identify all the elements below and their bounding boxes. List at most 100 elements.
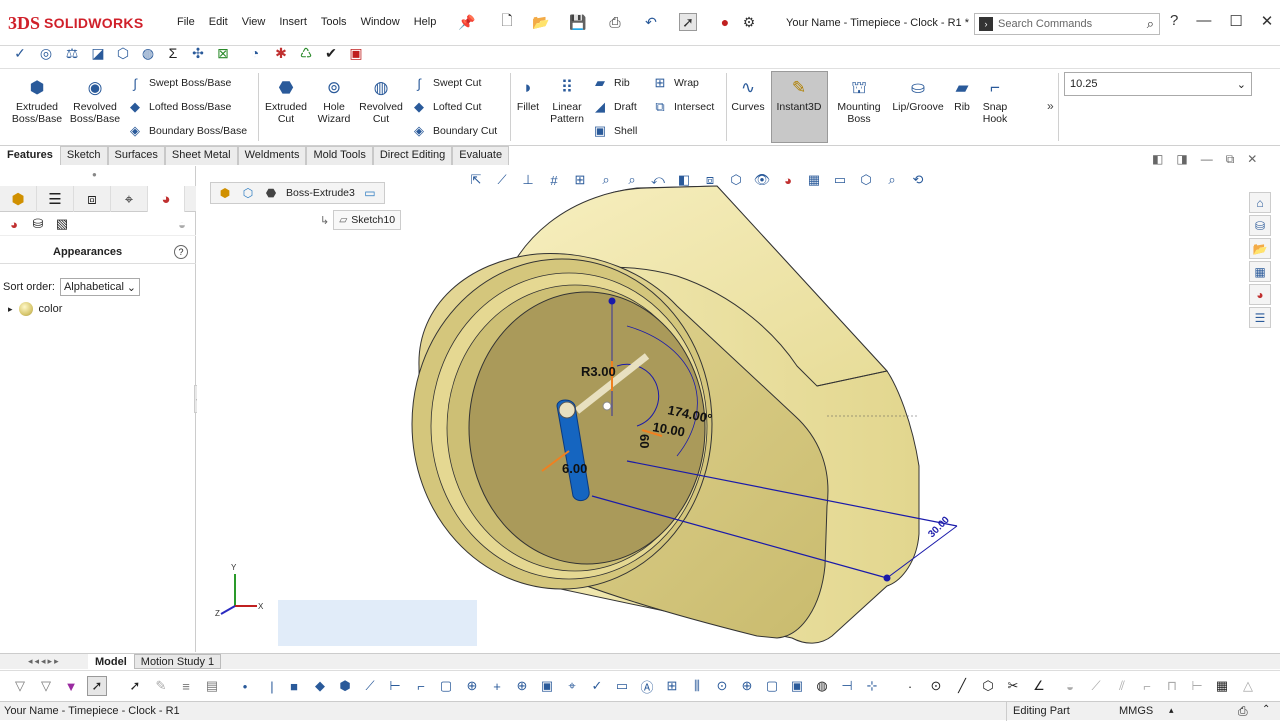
- scene-tab-icon[interactable]: ▧: [52, 215, 72, 233]
- lofted-cut-button[interactable]: ◆ Lofted Cut: [410, 98, 481, 116]
- section-view-icon[interactable]: ◪: [88, 43, 108, 63]
- evaluate-icon[interactable]: ⊠: [213, 43, 233, 63]
- home-icon[interactable]: ⌂: [1249, 192, 1271, 213]
- midpoint-filter-icon[interactable]: +: [487, 676, 507, 696]
- zoom-area-icon[interactable]: ⌕: [621, 170, 643, 190]
- restore-right-icon[interactable]: ◨: [1176, 152, 1187, 167]
- fillet-tool-icon[interactable]: ◒: [1060, 676, 1080, 696]
- pin-icon[interactable]: 📌: [458, 13, 476, 31]
- line-tool-icon[interactable]: ╱: [952, 676, 972, 696]
- chevron-up-icon[interactable]: ▴: [1169, 705, 1174, 716]
- hide-show-icon[interactable]: 👁: [751, 170, 773, 190]
- appearance-icon[interactable]: ◍: [138, 43, 158, 63]
- new-document-icon[interactable]: 🗋: [498, 12, 516, 31]
- design-library-icon[interactable]: ⛁: [1249, 215, 1271, 236]
- extruded-cut-button[interactable]: ⬣ Extruded Cut: [262, 77, 310, 125]
- tree-item-color[interactable]: ▸ color: [8, 302, 62, 316]
- swept-boss-button[interactable]: ∫ Swept Boss/Base: [126, 74, 231, 92]
- plane-filter-icon[interactable]: ⊢: [385, 676, 405, 696]
- print-icon[interactable]: ⎙: [606, 13, 624, 31]
- minimize-viewport-icon[interactable]: —: [1201, 152, 1213, 167]
- search-input[interactable]: Search Commands: [998, 18, 1092, 30]
- tab-sheet-metal[interactable]: Sheet Metal: [164, 146, 238, 165]
- display-icon[interactable]: ◒: [172, 215, 192, 233]
- realview-icon[interactable]: ⬡: [855, 170, 877, 190]
- section-icon[interactable]: ◧: [673, 170, 695, 190]
- measure-icon[interactable]: ◎: [36, 43, 56, 63]
- body-icon[interactable]: ⬡: [240, 185, 256, 201]
- compare-icon[interactable]: ♺: [296, 43, 316, 63]
- chamfer-tool-icon[interactable]: ⟋: [1086, 676, 1106, 696]
- search-icon[interactable]: ⌕: [1147, 16, 1154, 32]
- boundary-cut-button[interactable]: ◈ Boundary Cut: [410, 122, 497, 140]
- cosmetic-thread-filter-icon[interactable]: ⫼: [687, 676, 707, 696]
- sort-order-select[interactable]: Alphabetical ⌄: [59, 278, 140, 296]
- sketch-seg-filter-icon[interactable]: ▢: [436, 676, 456, 696]
- relation-tool-icon[interactable]: △: [1238, 676, 1258, 696]
- shell-button[interactable]: ▣ Shell: [591, 122, 638, 140]
- custom-properties-icon[interactable]: ☰: [1249, 307, 1271, 328]
- table-icon[interactable]: ▤: [202, 676, 222, 696]
- close-viewport-icon[interactable]: ✕: [1247, 152, 1257, 167]
- tab-weldments[interactable]: Weldments: [237, 146, 307, 165]
- offset-dimension[interactable]: 30.00: [926, 514, 952, 540]
- rib-large-button[interactable]: ▰ Rib: [950, 77, 974, 113]
- view-palette-icon[interactable]: ▦: [1249, 261, 1271, 282]
- balloon-filter-icon[interactable]: ⊙: [712, 676, 732, 696]
- view-orientation-icon[interactable]: ⧈: [699, 170, 721, 190]
- intersect-button[interactable]: ⧉ Intersect: [651, 98, 714, 116]
- surface-filter-icon[interactable]: ◆: [310, 676, 330, 696]
- restore-left-icon[interactable]: ◧: [1152, 152, 1163, 167]
- filter-all-icon[interactable]: ▼: [61, 676, 81, 696]
- help-icon[interactable]: ?: [1170, 12, 1178, 30]
- mounting-boss-button[interactable]: ⛫ Mounting Boss: [832, 77, 886, 125]
- sketch-plane-icon[interactable]: ⊞: [569, 170, 591, 190]
- sphere-filter-icon[interactable]: ◍: [812, 676, 832, 696]
- draft-button[interactable]: ◢ Draft: [591, 98, 637, 116]
- appearances-pane-icon[interactable]: ◕: [1249, 284, 1271, 305]
- hole-filter-icon[interactable]: ⊹: [862, 676, 882, 696]
- polygon-tool-icon[interactable]: ⬡: [978, 676, 998, 696]
- angle-tool-icon[interactable]: ∠: [1029, 676, 1049, 696]
- menu-insert[interactable]: Insert: [272, 16, 314, 28]
- surface-finish-filter-icon[interactable]: ⌖: [562, 676, 582, 696]
- previous-view-2-icon[interactable]: ⤺: [647, 170, 669, 190]
- appearance-manager-icon[interactable]: ◕: [148, 186, 185, 212]
- tab-surfaces[interactable]: Surfaces: [107, 146, 165, 165]
- menu-view[interactable]: View: [235, 16, 273, 28]
- help-icon[interactable]: ?: [174, 245, 188, 259]
- sketch-check-icon[interactable]: ▣: [346, 43, 366, 63]
- gtol-filter-icon[interactable]: ⊞: [662, 676, 682, 696]
- check-icon[interactable]: ✱: [271, 43, 291, 63]
- tab-features[interactable]: Features: [0, 146, 60, 165]
- model-view[interactable]: R3.00 174.00° 10.00 6.00 60 30.00 Y X Z: [197, 166, 1247, 652]
- radius-dimension[interactable]: R3.00: [581, 364, 616, 379]
- revolved-cut-button[interactable]: ◍ Revolved Cut: [358, 77, 404, 125]
- value-spinbox[interactable]: 10.25 ⌄: [1064, 72, 1252, 96]
- scene-icon[interactable]: ▦: [803, 170, 825, 190]
- tab-model[interactable]: Model: [88, 654, 134, 669]
- curves-button[interactable]: ∿ Curves: [730, 77, 766, 113]
- datum-filter-icon[interactable]: ▭: [612, 676, 632, 696]
- feature-icon[interactable]: ⬣: [263, 185, 279, 201]
- customize-icon[interactable]: ⎙: [1238, 704, 1248, 719]
- wrap-button[interactable]: ⊞ Wrap: [651, 74, 699, 92]
- tab-direct-editing[interactable]: Direct Editing: [372, 146, 453, 165]
- feature-manager-icon[interactable]: ⬢: [0, 186, 37, 212]
- point-tool-icon[interactable]: ·: [900, 676, 920, 696]
- swept-cut-button[interactable]: ∫ Swept Cut: [410, 74, 481, 92]
- minimize-button[interactable]: —: [1196, 12, 1211, 30]
- circle-tool-icon[interactable]: ⊙: [926, 676, 946, 696]
- rebuild-icon[interactable]: ●: [716, 13, 734, 31]
- chevron-up-icon[interactable]: ⌃: [1262, 704, 1270, 715]
- trim-tool-icon[interactable]: ✂: [1003, 676, 1023, 696]
- open-folder-icon[interactable]: 📂: [532, 13, 550, 31]
- part-icon[interactable]: ⬢: [217, 185, 233, 201]
- shadows-icon[interactable]: ⌕: [881, 170, 903, 190]
- breadcrumb-feature[interactable]: Boss-Extrude3: [286, 187, 355, 199]
- connection-filter-icon[interactable]: ▢: [762, 676, 782, 696]
- vertex-filter-icon[interactable]: •: [235, 676, 255, 696]
- status-units[interactable]: MMGS: [1119, 705, 1153, 717]
- weld-filter-icon[interactable]: ✓: [587, 676, 607, 696]
- center-filter-icon[interactable]: ⊕: [512, 676, 532, 696]
